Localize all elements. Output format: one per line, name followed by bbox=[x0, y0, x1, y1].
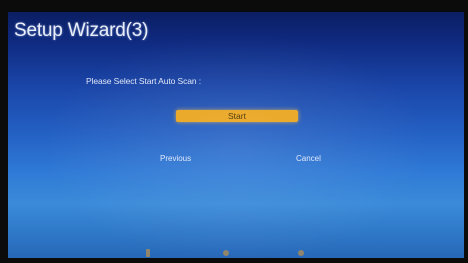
page-title: Setup Wizard(3) bbox=[14, 20, 149, 41]
move-key-icon bbox=[146, 249, 150, 257]
key-hint-bar bbox=[8, 248, 464, 258]
setup-wizard-screen: Setup Wizard(3) Please Select Start Auto… bbox=[8, 12, 464, 258]
adjust-key-icon bbox=[223, 250, 229, 256]
previous-button[interactable]: Previous bbox=[160, 154, 191, 163]
auto-scan-prompt: Please Select Start Auto Scan : bbox=[86, 76, 202, 86]
hint-select bbox=[298, 248, 304, 258]
hint-move bbox=[146, 248, 150, 258]
hint-adjust bbox=[223, 248, 229, 258]
cancel-button[interactable]: Cancel bbox=[296, 154, 321, 163]
select-key-icon bbox=[298, 250, 304, 256]
start-button[interactable]: Start bbox=[176, 110, 298, 122]
